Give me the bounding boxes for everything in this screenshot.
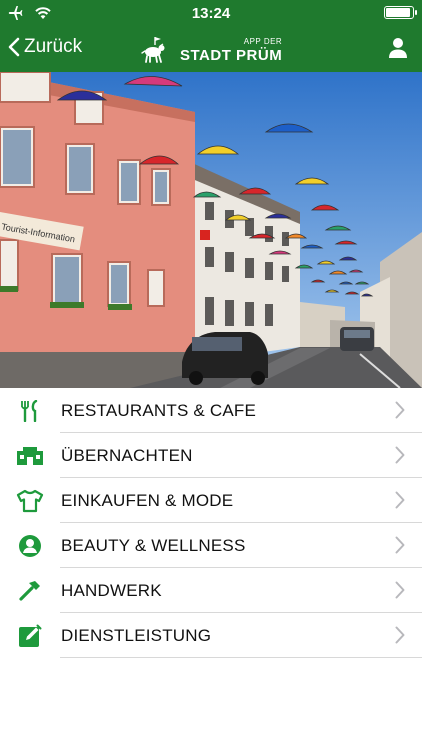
- category-dienstleistung[interactable]: DIENSTLEISTUNG: [0, 613, 422, 658]
- hero-image: Tourist-Information: [0, 72, 422, 388]
- back-label: Zurück: [24, 36, 83, 57]
- category-uebernachten[interactable]: ÜBERNACHTEN: [0, 433, 422, 478]
- navigation-bar: Zurück APP DER STADT PRÜM: [0, 28, 422, 72]
- status-bar: 13:24: [0, 0, 422, 28]
- category-list: RESTAURANTS & CAFE ÜBERNACHTEN EINKAUFEN: [0, 388, 422, 658]
- street-umbrellas-illustration: Tourist-Information: [0, 72, 422, 388]
- back-button[interactable]: Zurück: [8, 36, 82, 58]
- category-handwerk[interactable]: HANDWERK: [0, 568, 422, 613]
- divider: [60, 657, 422, 658]
- person-icon: [16, 532, 44, 560]
- category-label: ÜBERNACHTEN: [61, 446, 193, 465]
- logo-text: APP DER STADT PRÜM: [180, 36, 283, 64]
- chevron-right-icon: [395, 626, 405, 644]
- chevron-right-icon: [395, 536, 405, 554]
- category-label: HANDWERK: [61, 581, 162, 600]
- chevron-right-icon: [395, 401, 405, 419]
- house-icon: [16, 442, 44, 470]
- logo-title: STADT PRÜM: [180, 46, 283, 64]
- category-einkaufen-mode[interactable]: EINKAUFEN & MODE: [0, 478, 422, 523]
- hammer-icon: [16, 577, 44, 605]
- category-label: BEAUTY & WELLNESS: [61, 536, 246, 555]
- category-label: RESTAURANTS & CAFE: [61, 401, 257, 420]
- category-restaurants-cafe[interactable]: RESTAURANTS & CAFE: [0, 388, 422, 433]
- battery-icon: [384, 6, 417, 19]
- lamb-crest-icon: [141, 37, 165, 63]
- chevron-left-icon: [8, 37, 20, 57]
- category-label: EINKAUFEN & MODE: [61, 491, 234, 510]
- battery-indicator: [384, 6, 417, 19]
- logo-small-text: APP DER: [243, 36, 283, 46]
- category-label: DIENSTLEISTUNG: [61, 626, 212, 645]
- edit-icon: [16, 622, 44, 650]
- status-time: 13:24: [191, 5, 231, 22]
- cutlery-icon: [16, 397, 44, 425]
- user-icon: [389, 38, 407, 58]
- chevron-right-icon: [395, 446, 405, 464]
- shirt-icon: [16, 487, 44, 515]
- profile-button[interactable]: [388, 37, 408, 64]
- chevron-right-icon: [395, 581, 405, 599]
- chevron-right-icon: [395, 491, 405, 509]
- app-logo: APP DER STADT PRÜM: [140, 32, 282, 68]
- category-beauty-wellness[interactable]: BEAUTY & WELLNESS: [0, 523, 422, 568]
